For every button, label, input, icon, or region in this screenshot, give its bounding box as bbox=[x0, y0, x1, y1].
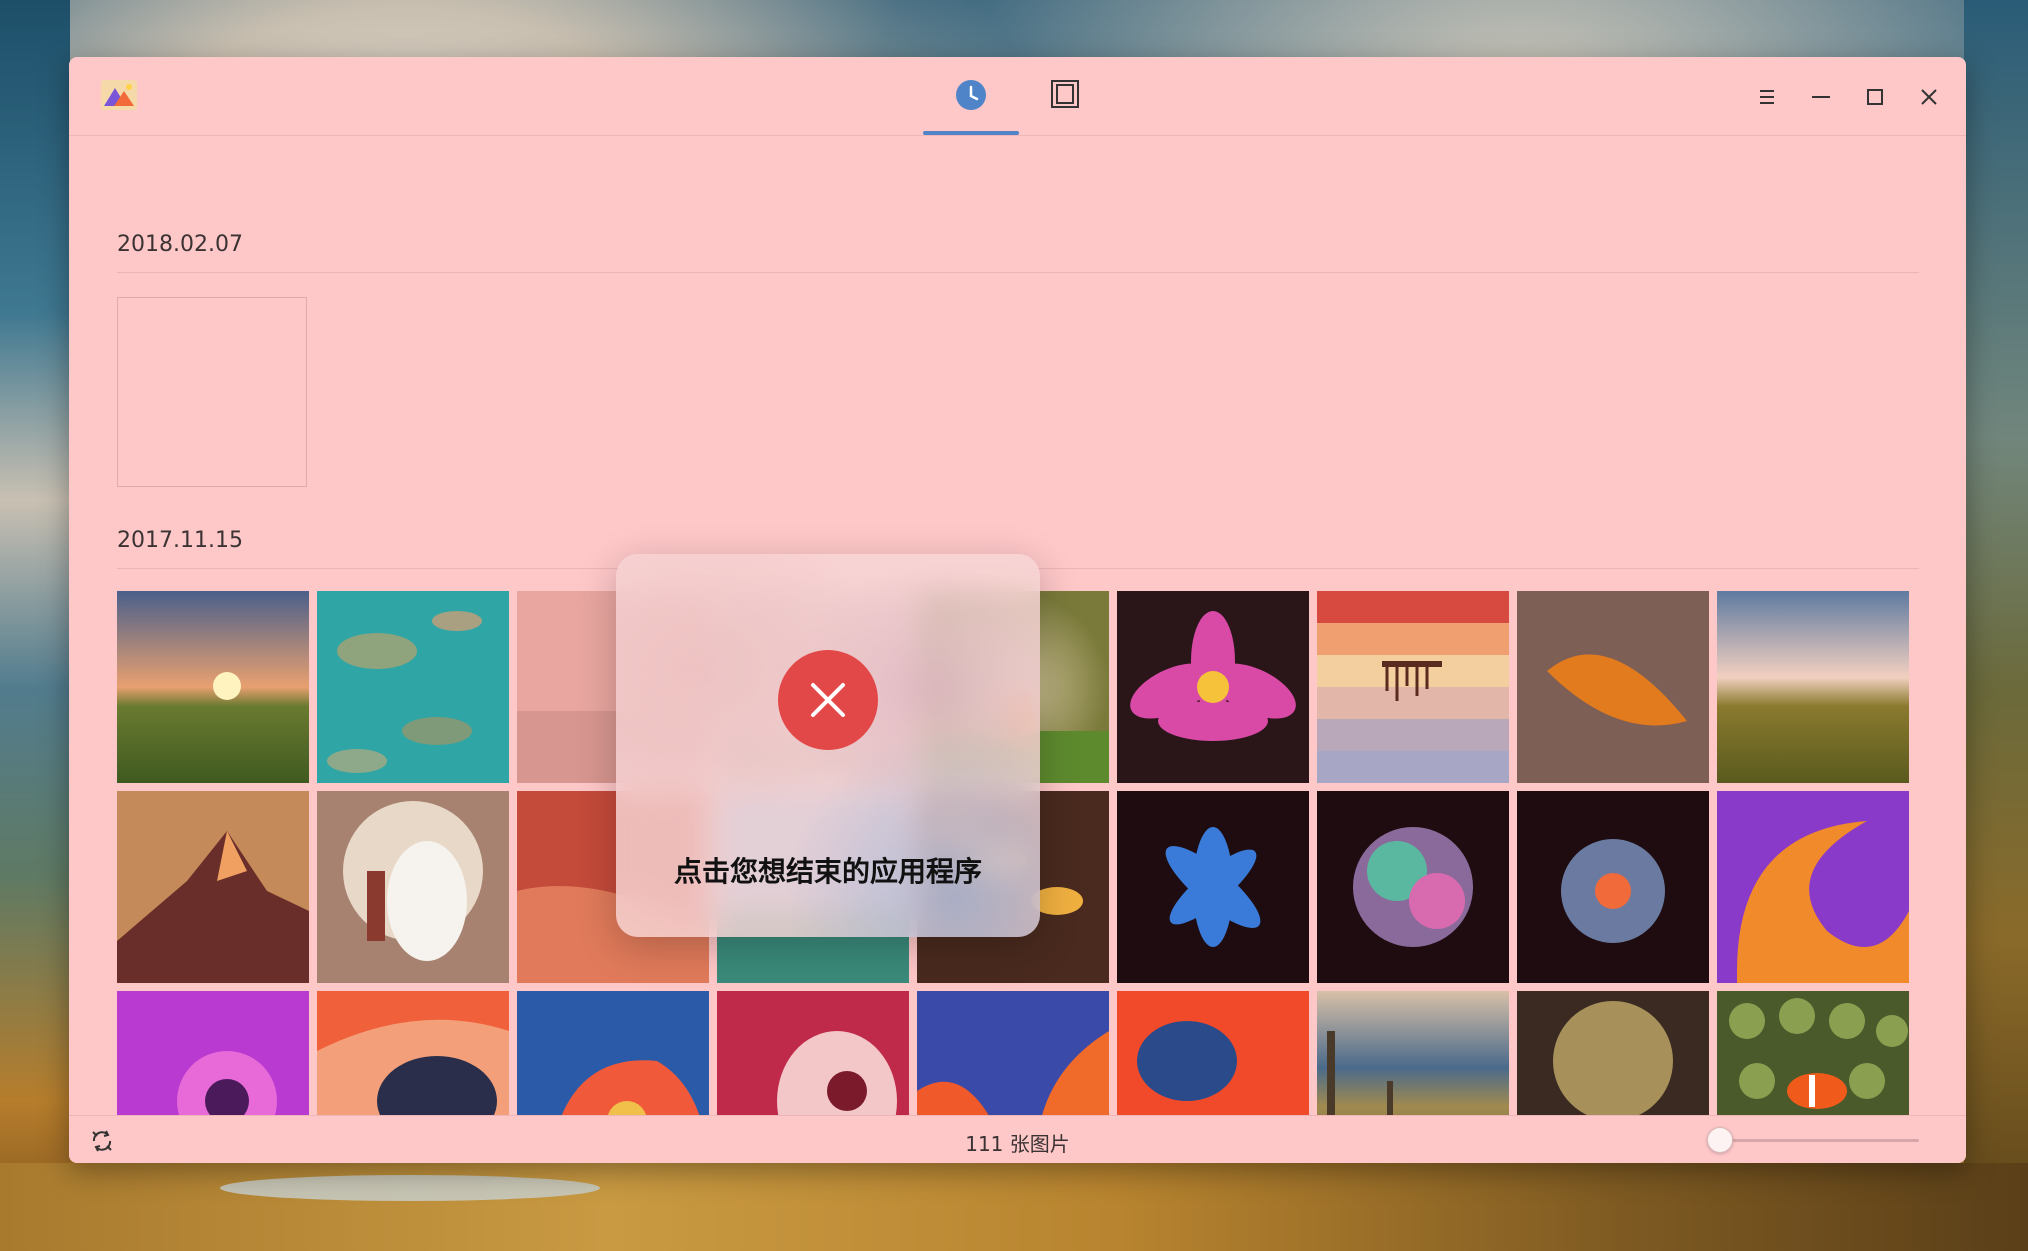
kill-app-button[interactable] bbox=[778, 650, 878, 750]
maximize-icon bbox=[1867, 89, 1883, 105]
album-window: 2018.02.07 2017.11.15 111 张图片 点击您想结束的应用程… bbox=[69, 57, 1966, 1163]
zoom-slider-knob[interactable] bbox=[1707, 1127, 1733, 1153]
app-logo-icon bbox=[101, 80, 137, 110]
desktop-wallpaper-right bbox=[1964, 0, 2028, 1251]
photo-thumbnail[interactable] bbox=[1717, 791, 1909, 983]
photo-count: 111 张图片 bbox=[965, 1132, 1070, 1156]
section-date: 2017.11.15 bbox=[117, 528, 243, 553]
section-date: 2018.02.07 bbox=[117, 232, 243, 257]
minimize-button[interactable] bbox=[1801, 77, 1841, 117]
wallpaper-lake bbox=[220, 1175, 600, 1201]
photo-thumbnail[interactable] bbox=[117, 791, 309, 983]
kill-app-overlay: 点击您想结束的应用程序 bbox=[616, 554, 1040, 937]
menu-button[interactable] bbox=[1747, 77, 1787, 117]
photo-thumbnail[interactable] bbox=[117, 591, 309, 783]
photo-thumbnail[interactable] bbox=[1517, 791, 1709, 983]
overlay-message: 点击您想结束的应用程序 bbox=[673, 855, 982, 888]
photo-thumbnail[interactable] bbox=[1317, 791, 1509, 983]
photo-thumbnail[interactable] bbox=[317, 791, 509, 983]
close-x-icon bbox=[811, 683, 845, 717]
section-divider bbox=[117, 272, 1919, 273]
zoom-slider-track[interactable] bbox=[1719, 1139, 1919, 1142]
photo-thumbnail[interactable] bbox=[1117, 791, 1309, 983]
clock-icon bbox=[956, 80, 986, 110]
photo-thumbnail[interactable] bbox=[1517, 591, 1709, 783]
status-bar: 111 张图片 bbox=[69, 1115, 1966, 1163]
album-icon bbox=[1051, 80, 1079, 108]
maximize-button[interactable] bbox=[1855, 77, 1895, 117]
titlebar bbox=[69, 57, 1966, 136]
minimize-icon bbox=[1812, 96, 1830, 98]
photo-thumbnail[interactable] bbox=[1117, 591, 1309, 783]
photo-thumbnail[interactable] bbox=[317, 591, 509, 783]
desktop-wallpaper-left bbox=[0, 0, 70, 1251]
menu-icon bbox=[1760, 90, 1774, 104]
tab-timeline[interactable] bbox=[923, 71, 1019, 135]
close-button[interactable] bbox=[1909, 77, 1949, 117]
photo-thumbnail[interactable] bbox=[1317, 591, 1509, 783]
close-icon bbox=[1921, 89, 1937, 105]
photo-thumbnail-empty[interactable] bbox=[117, 297, 307, 487]
photo-thumbnail[interactable] bbox=[1717, 591, 1909, 783]
tab-albums[interactable] bbox=[1017, 71, 1113, 133]
